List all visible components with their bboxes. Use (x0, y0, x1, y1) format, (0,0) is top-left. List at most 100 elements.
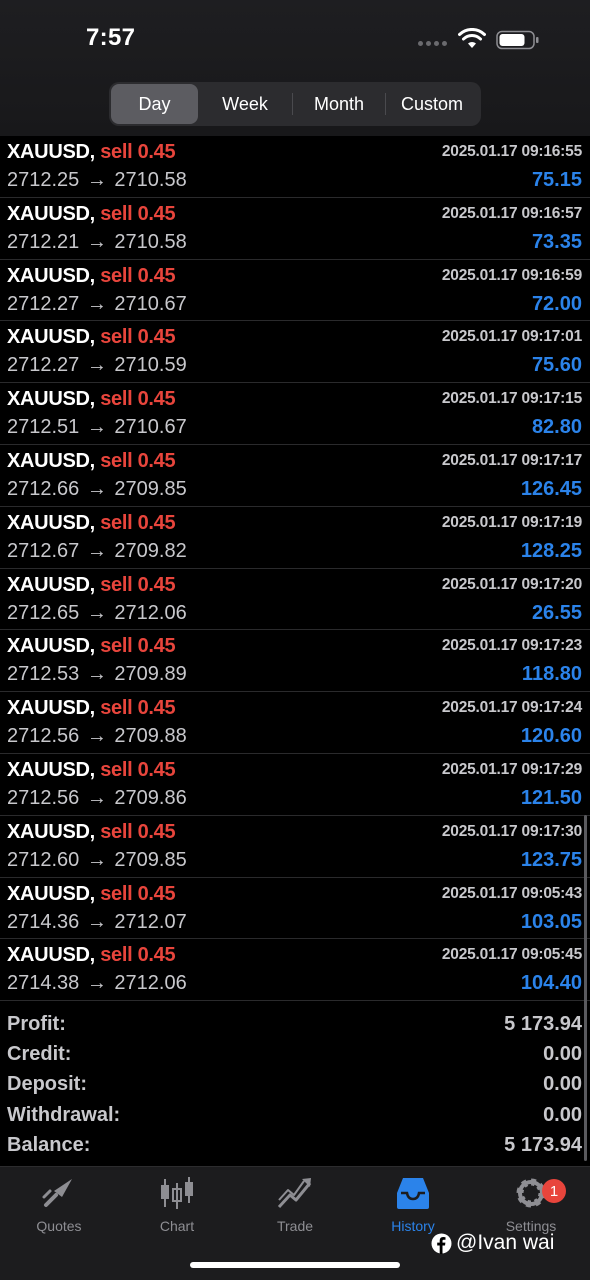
open-price: 2712.25 (7, 169, 80, 191)
trade-symbol: XAUUSD, (7, 758, 95, 781)
trade-side: sell 0.45 (100, 326, 176, 349)
trade-symbol: XAUUSD, (7, 944, 95, 967)
trade-side: sell 0.45 (100, 388, 176, 411)
summary-balance-row: Balance: 5 173.94 (0, 1131, 590, 1161)
trade-side: sell 0.45 (100, 264, 176, 287)
close-price: 2710.67 (114, 292, 187, 315)
trade-symbol: XAUUSD, (7, 202, 95, 225)
trade-profit: 82.80 (531, 416, 582, 439)
summary-value: 0.00 (543, 1043, 582, 1066)
trade-datetime: 2025.01.17 09:16:59 (441, 266, 582, 284)
status-time: 7:57 (86, 24, 136, 51)
close-price: 2709.86 (114, 786, 187, 809)
open-price: 2714.38 (7, 972, 80, 995)
trade-side: sell 0.45 (100, 635, 176, 658)
trade-row[interactable]: XAUUSD, sell 0.45 2025.01.17 09:17:01 27… (0, 321, 590, 384)
history-icon (397, 1178, 429, 1209)
watermark: @Ivan wai (431, 1231, 554, 1255)
trade-side: sell 0.45 (100, 141, 176, 163)
trade-profit: 128.25 (520, 539, 582, 562)
trade-row[interactable]: XAUUSD, sell 0.45 2025.01.17 09:05:43 27… (0, 878, 590, 940)
trade-row[interactable]: XAUUSD, sell 0.45 2025.01.17 09:17:15 27… (0, 383, 590, 445)
scroll-indicator[interactable] (584, 815, 587, 1161)
tab-trade[interactable]: Trade (236, 1175, 354, 1239)
arrow-right-icon: → (86, 539, 107, 562)
trade-datetime: 2025.01.17 09:16:57 (441, 204, 582, 222)
summary-label: Withdrawal: (7, 1103, 121, 1126)
tab-history[interactable]: History (354, 1175, 472, 1239)
summary-label: Balance: (7, 1133, 91, 1156)
trade-row[interactable]: XAUUSD, sell 0.45 2025.01.17 09:17:20 27… (0, 569, 590, 631)
trade-icon (277, 1178, 312, 1209)
arrow-right-icon: → (86, 601, 107, 624)
close-price: 2712.06 (114, 972, 187, 995)
close-price: 2710.58 (114, 230, 187, 253)
trade-datetime: 2025.01.17 09:16:55 (441, 143, 582, 160)
trade-symbol: XAUUSD, (7, 326, 95, 349)
trade-row[interactable]: XAUUSD, sell 0.45 2025.01.17 09:17:19 27… (0, 507, 590, 569)
period-day-button[interactable]: Day (111, 84, 198, 124)
summary-deposit-row: Deposit: 0.00 (0, 1070, 590, 1100)
trade-side: sell 0.45 (100, 944, 176, 967)
trade-profit: 120.60 (520, 725, 582, 748)
open-price: 2712.21 (7, 230, 80, 253)
tab-label: Trade (276, 1218, 314, 1234)
tab-chart[interactable]: Chart (118, 1175, 236, 1239)
open-price: 2712.27 (7, 354, 80, 377)
trade-profit: 103.05 (520, 910, 582, 933)
trade-symbol: XAUUSD, (7, 388, 95, 411)
trade-row[interactable]: XAUUSD, sell 0.45 2025.01.17 09:05:45 27… (0, 939, 590, 1002)
summary-value: 5 173.94 (504, 1133, 582, 1156)
arrow-right-icon: → (86, 725, 107, 748)
open-price: 2712.66 (7, 477, 80, 500)
trade-datetime: 2025.01.17 09:17:01 (441, 328, 582, 346)
tab-quotes[interactable]: Quotes (0, 1175, 118, 1239)
close-price: 2709.88 (114, 725, 187, 748)
open-price: 2712.56 (7, 725, 80, 748)
trade-datetime: 2025.01.17 09:05:43 (441, 884, 582, 902)
trade-row[interactable]: XAUUSD, sell 0.45 2025.01.17 09:17:30 27… (0, 816, 590, 878)
summary-profit-row: Profit: 5 173.94 (0, 1010, 590, 1040)
period-week-button[interactable]: Week (198, 84, 292, 124)
trade-profit: 123.75 (520, 848, 582, 871)
summary-value: 0.00 (543, 1073, 582, 1096)
trade-row[interactable]: XAUUSD, sell 0.45 2025.01.17 09:17:23 27… (0, 630, 590, 693)
open-price: 2712.53 (7, 663, 80, 686)
account-summary: Profit: 5 173.94 Credit: 0.00 Deposit: 0… (0, 1010, 590, 1161)
summary-credit-row: Credit: 0.00 (0, 1040, 590, 1070)
trade-row[interactable]: XAUUSD, sell 0.45 2025.01.17 09:16:55 27… (0, 136, 590, 198)
trade-datetime: 2025.01.17 09:17:15 (441, 390, 582, 408)
close-price: 2709.89 (114, 663, 187, 686)
home-indicator[interactable] (190, 1262, 400, 1268)
trade-row[interactable]: XAUUSD, sell 0.45 2025.01.17 09:16:57 27… (0, 198, 590, 260)
trade-side: sell 0.45 (100, 511, 176, 534)
period-month-button[interactable]: Month (293, 84, 385, 124)
trade-datetime: 2025.01.17 09:17:20 (441, 575, 582, 593)
trade-row[interactable]: XAUUSD, sell 0.45 2025.01.17 09:16:59 27… (0, 260, 590, 322)
trade-symbol: XAUUSD, (7, 697, 95, 720)
tab-label: Quotes (36, 1218, 82, 1234)
period-segmented-control: Day Week Month Custom (109, 82, 481, 126)
trade-side: sell 0.45 (100, 449, 176, 472)
period-custom-button[interactable]: Custom (386, 84, 478, 124)
close-price: 2710.58 (114, 169, 187, 191)
arrow-right-icon: → (86, 292, 107, 315)
trade-profit: 126.45 (520, 477, 582, 500)
tab-label: Chart (159, 1218, 195, 1234)
trade-profit: 26.55 (531, 601, 582, 624)
arrow-right-icon: → (86, 848, 107, 871)
close-price: 2709.85 (114, 477, 187, 500)
arrow-right-icon: → (86, 663, 107, 686)
trade-profit: 121.50 (520, 786, 582, 809)
arrow-right-icon: → (86, 354, 107, 377)
trade-row[interactable]: XAUUSD, sell 0.45 2025.01.17 09:17:17 27… (0, 445, 590, 507)
trade-datetime: 2025.01.17 09:17:23 (441, 637, 582, 655)
trade-row[interactable]: XAUUSD, sell 0.45 2025.01.17 09:17:29 27… (0, 754, 590, 816)
open-price: 2712.67 (7, 539, 80, 562)
arrow-right-icon: → (86, 972, 107, 995)
trade-symbol: XAUUSD, (7, 573, 95, 596)
trade-row[interactable]: XAUUSD, sell 0.45 2025.01.17 09:17:24 27… (0, 692, 590, 754)
trade-datetime: 2025.01.17 09:17:24 (441, 699, 582, 717)
facebook-icon (431, 1233, 452, 1254)
tab-settings[interactable]: Settings 1 (472, 1175, 590, 1239)
